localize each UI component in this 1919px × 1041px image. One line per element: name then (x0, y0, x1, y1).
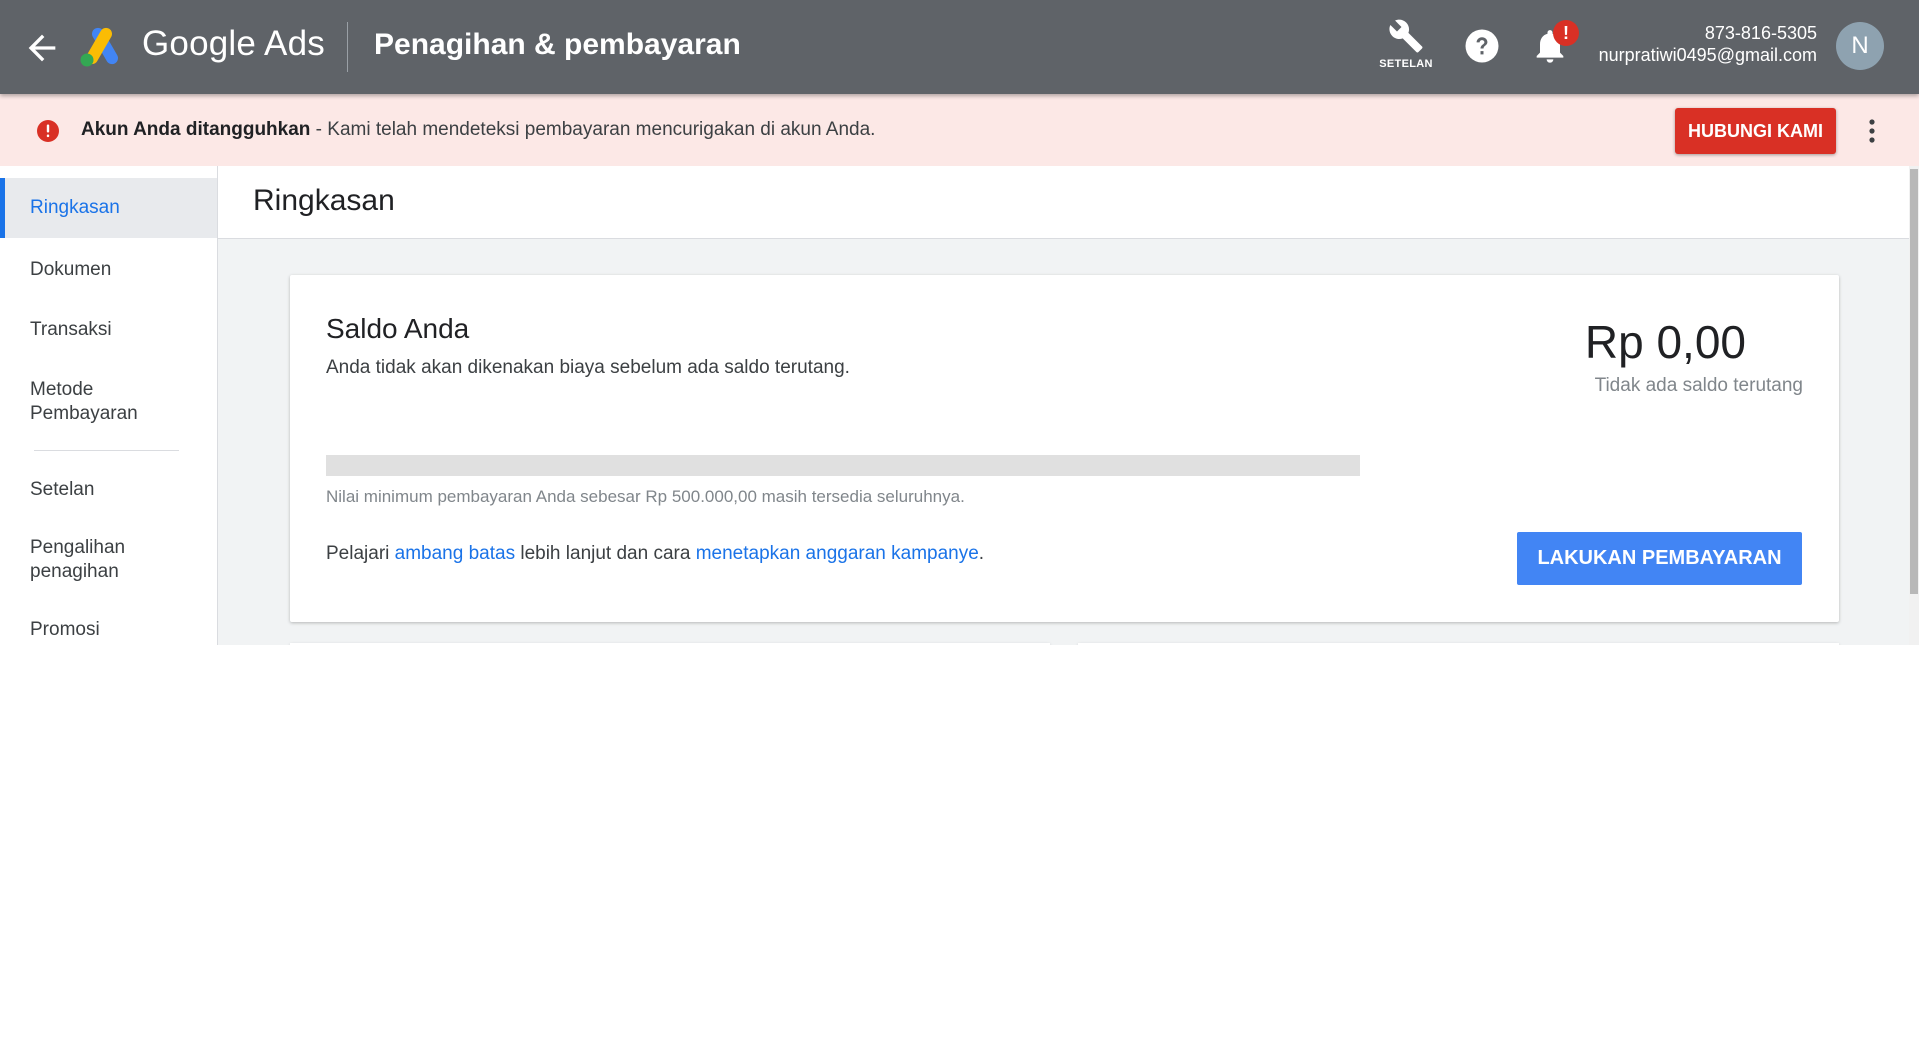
balance-amount: Rp 0,00 (1584, 316, 1746, 368)
page-title: Ringkasan (253, 184, 395, 217)
sidebar-item-setelan[interactable]: Setelan (0, 478, 217, 502)
account-email: nurpratiwi0495@gmail.com (1598, 45, 1817, 65)
learn-prefix: Pelajari (326, 543, 395, 564)
app-viewport: Google Ads Penagihan & pembayaran SETELA… (0, 0, 1919, 645)
sidebar-item-transaksi[interactable]: Transaksi (0, 318, 217, 342)
top-app-bar: Google Ads Penagihan & pembayaran SETELA… (0, 0, 1919, 94)
learn-more-text: Pelajari ambang batas lebih lanjut dan c… (326, 543, 984, 565)
sidebar-item-ringkasan[interactable]: Ringkasan (0, 178, 217, 238)
google-ads-logo[interactable] (78, 24, 126, 68)
wrench-icon (1389, 19, 1423, 53)
main-scrollbar[interactable] (1909, 166, 1919, 645)
notification-badge: ! (1553, 20, 1579, 46)
error-icon (37, 120, 59, 142)
balance-card: Saldo Anda Anda tidak akan dikenakan bia… (290, 275, 1839, 622)
more-vert-icon[interactable] (1860, 116, 1884, 146)
next-card-right (1078, 643, 1839, 645)
alert-message: Akun Anda ditangguhkan - Kami telah mend… (81, 119, 875, 141)
sidebar-item-metode-pembayaran[interactable]: Metode Pembayaran (0, 378, 180, 426)
tools-label: SETELAN (1379, 58, 1433, 70)
billing-sidebar: Ringkasan Dokumen Transaksi Metode Pemba… (0, 166, 218, 645)
header-page-title: Penagihan & pembayaran (374, 28, 741, 61)
balance-subtitle: Anda tidak akan dikenakan biaya sebelum … (326, 357, 850, 378)
scrollbar-thumb[interactable] (1910, 169, 1918, 594)
suspension-alert-banner: Akun Anda ditangguhkan - Kami telah mend… (0, 94, 1919, 166)
make-payment-button[interactable]: LAKUKAN PEMBAYARAN (1517, 532, 1802, 585)
balance-title: Saldo Anda (326, 313, 470, 344)
minimum-payment-note: Nilai minimum pembayaran Anda sebesar Rp… (326, 487, 965, 506)
sidebar-item-dokumen[interactable]: Dokumen (0, 258, 217, 282)
account-info[interactable]: 873-816-5305 nurpratiwi0495@gmail.com (1599, 22, 1817, 66)
header-divider (347, 22, 348, 72)
balance-amount-note: Tidak ada saldo terutang (1594, 375, 1803, 396)
avatar[interactable]: N (1836, 22, 1884, 70)
alert-detail: - Kami telah mendeteksi pembayaran mencu… (310, 119, 876, 140)
contact-us-button[interactable]: HUBUNGI KAMI (1675, 108, 1836, 154)
sidebar-divider (34, 450, 179, 451)
help-icon[interactable] (1464, 28, 1500, 64)
learn-suffix: . (978, 543, 985, 564)
campaign-budget-link[interactable]: menetapkan anggaran kampanye (696, 543, 979, 564)
learn-middle: lebih lanjut dan cara (515, 543, 696, 564)
next-card-left (290, 643, 1050, 645)
sidebar-item-pengalihan-penagihan[interactable]: Pengalihan penagihan (0, 536, 175, 584)
sidebar-item-promosi[interactable]: Promosi (0, 618, 217, 642)
brand-name: Google Ads (142, 24, 325, 63)
arrow-back-icon[interactable] (22, 28, 62, 68)
tools-settings-button[interactable]: SETELAN (1374, 18, 1438, 78)
page-title-bar: Ringkasan (218, 166, 1909, 239)
payment-threshold-progress (326, 455, 1360, 476)
alert-title: Akun Anda ditangguhkan (81, 119, 311, 140)
customer-id: 873-816-5305 (1704, 23, 1817, 43)
threshold-link[interactable]: ambang batas (395, 543, 515, 564)
